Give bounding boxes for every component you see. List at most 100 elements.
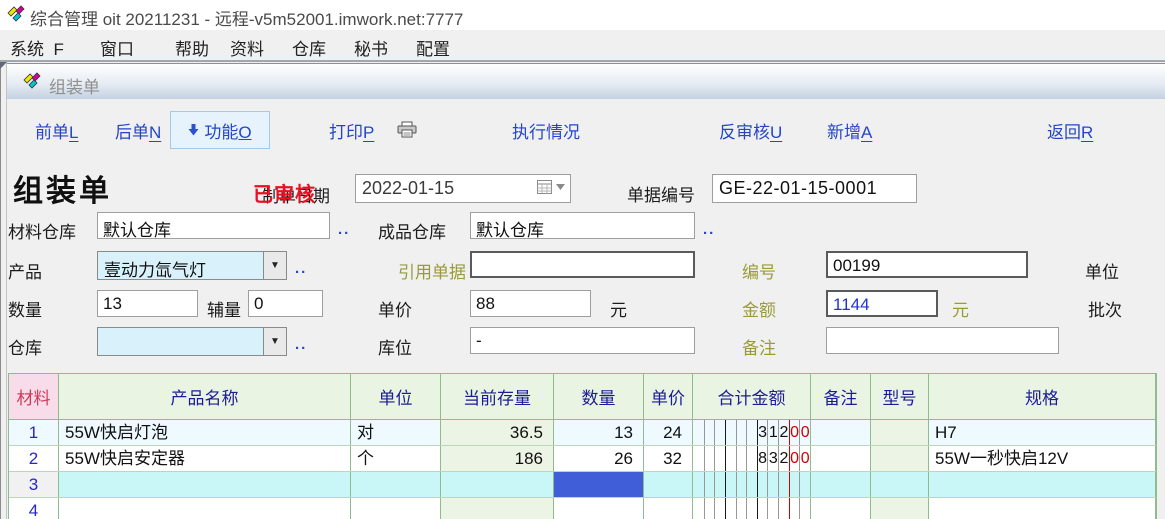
calendar-dropdown-icon[interactable] (537, 180, 565, 194)
table-cell[interactable]: 186 (441, 446, 554, 471)
ledger-digit-cell (693, 446, 704, 471)
menu-window[interactable]: 窗口 (100, 35, 134, 60)
menu-data[interactable]: 资料 (230, 35, 264, 60)
ledger-digit-cell: 0 (799, 446, 810, 471)
table-cell[interactable]: 55W一秒快启12V (929, 446, 1156, 471)
ledger-digit-cell (746, 446, 757, 471)
qty-field[interactable]: 13 (97, 290, 198, 317)
amount-ledger-cell[interactable] (693, 498, 811, 519)
ledger-digit-cell (704, 498, 715, 519)
price-field[interactable]: 88 (470, 290, 591, 317)
doc-no-field[interactable]: GE-22-01-15-0001 (712, 174, 917, 203)
ledger-digit-cell: 8 (757, 446, 768, 471)
doc-date-picker[interactable]: 2022-01-15 (355, 174, 571, 203)
code-label: 编号 (742, 258, 776, 283)
unaudit-button[interactable]: 反审核U (719, 118, 782, 143)
printer-icon[interactable] (397, 121, 417, 138)
title-bar: 综合管理 oit 20211231 - 远程-v5m52001.imwork.n… (0, 0, 1165, 30)
table-cell[interactable] (554, 472, 644, 497)
table-cell[interactable]: 1 (9, 420, 59, 445)
warehouse-combobox[interactable]: ▼ (97, 327, 287, 356)
table-cell[interactable] (554, 498, 644, 519)
table-cell[interactable]: 个 (351, 446, 441, 471)
column-header: 单位 (351, 374, 441, 419)
table-cell[interactable] (811, 446, 871, 471)
amount-ledger-cell[interactable]: 31200 (693, 420, 811, 445)
table-cell[interactable]: 55W快启灯泡 (59, 420, 351, 445)
table-cell[interactable]: 24 (644, 420, 693, 445)
product-browse-link[interactable]: .. (295, 260, 307, 277)
table-cell[interactable] (929, 472, 1156, 497)
menu-system[interactable]: 系统 F (10, 35, 64, 60)
location-label: 库位 (378, 334, 412, 359)
aux-qty-field[interactable]: 0 (248, 290, 323, 317)
table-cell[interactable] (929, 498, 1156, 519)
ledger-digit-cell: 3 (767, 446, 778, 471)
table-cell[interactable] (871, 472, 929, 497)
return-button[interactable]: 返回R (1047, 118, 1093, 143)
table-cell[interactable] (441, 472, 554, 497)
product-combobox[interactable]: 壹动力氙气灯 ▼ (97, 251, 287, 280)
warehouse-browse-link[interactable]: .. (295, 336, 307, 353)
ledger-digit-cell (714, 446, 725, 471)
product-warehouse-browse-link[interactable]: .. (703, 221, 715, 238)
table-cell[interactable]: 55W快启安定器 (59, 446, 351, 471)
ledger-digit-cell: 3 (757, 420, 768, 445)
table-cell[interactable]: 26 (554, 446, 644, 471)
table-cell[interactable] (871, 498, 929, 519)
ledger-digit-cell (736, 446, 747, 471)
remark-field[interactable] (826, 327, 1059, 354)
ref-doc-field[interactable] (470, 251, 695, 278)
table-cell[interactable] (351, 472, 441, 497)
table-cell[interactable] (351, 498, 441, 519)
amount-ledger-cell[interactable] (693, 472, 811, 497)
menu-config[interactable]: 配置 (416, 35, 450, 60)
column-header: 备注 (811, 374, 871, 419)
table-cell[interactable]: H7 (929, 420, 1156, 445)
table-cell[interactable] (811, 420, 871, 445)
table-cell[interactable]: 13 (554, 420, 644, 445)
table-cell[interactable] (871, 420, 929, 445)
frame-corner (0, 62, 7, 69)
table-cell[interactable] (811, 498, 871, 519)
column-header: 单价 (644, 374, 693, 419)
table-cell[interactable]: 3 (9, 472, 59, 497)
menu-secretary[interactable]: 秘书 (354, 35, 388, 60)
print-button[interactable]: 打印P (329, 118, 374, 143)
location-field[interactable]: - (470, 327, 695, 354)
window-title: 综合管理 oit 20211231 - 远程-v5m52001.imwork.n… (30, 5, 463, 30)
table-cell[interactable] (811, 472, 871, 497)
table-cell[interactable] (441, 498, 554, 519)
product-dropdown-arrow-icon[interactable]: ▼ (263, 252, 286, 279)
table-cell[interactable] (644, 472, 693, 497)
table-row: 4 (9, 498, 1156, 519)
warehouse-dropdown-arrow-icon[interactable]: ▼ (263, 328, 286, 355)
material-warehouse-field[interactable]: 默认仓库 (97, 212, 330, 239)
next-doc-button[interactable]: 后单N (115, 118, 161, 143)
menu-warehouse[interactable]: 仓库 (292, 35, 326, 60)
code-field[interactable]: 00199 (826, 251, 1028, 278)
function-menu-button[interactable]: 功能O (170, 111, 270, 149)
ledger-digit-cell: 0 (789, 446, 800, 471)
table-cell[interactable] (59, 498, 351, 519)
table-cell[interactable]: 2 (9, 446, 59, 471)
ledger-digit-cell (767, 498, 778, 519)
ledger-digit-cell: 2 (778, 420, 789, 445)
toolbar: 前单L 后单N 功能O 打印P 执行情况 反审核U 新增A 返回R (7, 99, 1165, 163)
unit-label: 单位 (1085, 258, 1119, 283)
table-cell[interactable] (59, 472, 351, 497)
execution-status-button[interactable]: 执行情况 (512, 118, 580, 143)
product-warehouse-field[interactable]: 默认仓库 (470, 212, 695, 239)
add-new-button[interactable]: 新增A (827, 118, 872, 143)
table-cell[interactable] (644, 498, 693, 519)
amount-ledger-cell[interactable]: 83200 (693, 446, 811, 471)
prev-doc-button[interactable]: 前单L (35, 118, 78, 143)
table-cell[interactable]: 36.5 (441, 420, 554, 445)
table-cell[interactable]: 32 (644, 446, 693, 471)
table-cell[interactable] (871, 446, 929, 471)
material-warehouse-browse-link[interactable]: .. (338, 221, 350, 238)
table-cell[interactable]: 4 (9, 498, 59, 519)
menu-help[interactable]: 帮助 (175, 35, 209, 60)
amount-field[interactable]: 1144 (826, 290, 938, 317)
table-cell[interactable]: 对 (351, 420, 441, 445)
